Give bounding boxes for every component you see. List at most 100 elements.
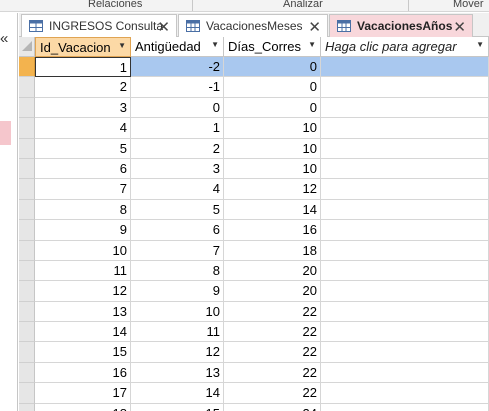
table-row[interactable]: 4 1 10 — [19, 118, 489, 139]
table-cell[interactable]: 14 — [224, 199, 321, 221]
record-selector[interactable] — [19, 240, 35, 261]
table-cell[interactable]: 4 — [131, 179, 224, 200]
table-row[interactable]: 10 7 18 — [19, 240, 489, 261]
table-cell[interactable]: 13 — [131, 362, 224, 384]
table-cell[interactable]: 5 — [131, 199, 224, 221]
column-header-antiguedad[interactable]: Antigüedad ▼ — [131, 37, 224, 57]
table-cell[interactable]: 10 — [35, 240, 131, 261]
table-row[interactable]: 13 10 22 — [19, 301, 489, 323]
chevron-down-icon[interactable]: ▼ — [118, 41, 126, 50]
table-row[interactable]: 17 14 22 — [19, 383, 489, 404]
table-cell[interactable]: 22 — [224, 342, 321, 363]
close-icon[interactable]: ✕ — [453, 18, 466, 36]
table-row[interactable]: 12 9 20 — [19, 281, 489, 302]
table-cell[interactable] — [321, 158, 489, 180]
chevron-down-icon[interactable]: ▼ — [476, 40, 484, 49]
record-selector[interactable] — [19, 281, 35, 302]
table-cell[interactable]: 12 — [224, 179, 321, 200]
table-cell[interactable]: 22 — [224, 383, 321, 404]
table-cell[interactable] — [321, 77, 489, 98]
table-cell[interactable]: 12 — [131, 342, 224, 363]
table-cell[interactable]: 17 — [35, 383, 131, 404]
table-row[interactable]: 1 -2 0 — [19, 57, 489, 78]
table-row[interactable]: 8 5 14 — [19, 199, 489, 221]
record-selector[interactable] — [19, 97, 35, 119]
table-cell[interactable]: 24 — [224, 403, 321, 411]
table-cell[interactable]: 10 — [224, 158, 321, 180]
table-cell[interactable]: 9 — [131, 281, 224, 302]
close-icon[interactable]: ✕ — [308, 18, 321, 36]
close-icon[interactable]: ✕ — [157, 18, 170, 36]
record-selector[interactable] — [19, 403, 35, 411]
record-selector[interactable] — [19, 158, 35, 180]
record-selector[interactable] — [19, 77, 35, 98]
table-row[interactable]: 181524 — [19, 403, 489, 411]
table-cell[interactable]: 18 — [35, 403, 131, 411]
table-cell[interactable]: 12 — [35, 281, 131, 302]
table-row[interactable]: 5 2 10 — [19, 138, 489, 159]
table-cell[interactable]: 18 — [224, 240, 321, 261]
table-cell[interactable]: 16 — [35, 362, 131, 384]
table-cell[interactable]: 4 — [35, 118, 131, 139]
table-cell[interactable] — [321, 118, 489, 139]
table-cell[interactable] — [321, 281, 489, 302]
table-cell[interactable] — [321, 138, 489, 159]
table-cell[interactable]: 0 — [224, 57, 321, 78]
table-cell[interactable] — [321, 199, 489, 221]
record-selector[interactable] — [19, 362, 35, 384]
select-all-corner[interactable] — [19, 37, 35, 57]
table-cell[interactable]: 5 — [35, 138, 131, 159]
table-row[interactable]: 9 6 16 — [19, 220, 489, 241]
table-cell[interactable]: 1 — [131, 118, 224, 139]
table-cell[interactable]: -1 — [131, 77, 224, 98]
table-cell[interactable]: 11 — [35, 260, 131, 282]
record-selector[interactable] — [19, 301, 35, 323]
table-cell[interactable]: 0 — [131, 97, 224, 119]
table-cell[interactable]: 0 — [224, 97, 321, 119]
table-cell[interactable]: 20 — [224, 260, 321, 282]
table-cell[interactable]: 2 — [35, 77, 131, 98]
table-cell[interactable] — [321, 179, 489, 200]
table-cell[interactable] — [321, 342, 489, 363]
table-cell[interactable]: -2 — [131, 57, 224, 78]
record-selector[interactable] — [19, 179, 35, 200]
table-cell[interactable]: 8 — [131, 260, 224, 282]
record-selector[interactable] — [19, 342, 35, 363]
table-cell[interactable]: 16 — [224, 220, 321, 241]
table-cell[interactable]: 13 — [35, 301, 131, 323]
table-cell[interactable]: 2 — [131, 138, 224, 159]
table-row[interactable]: 6 3 10 — [19, 158, 489, 180]
table-cell[interactable] — [321, 383, 489, 404]
table-row[interactable]: 14 11 22 — [19, 322, 489, 343]
table-cell[interactable]: 22 — [224, 362, 321, 384]
table-cell[interactable]: 7 — [35, 179, 131, 200]
table-row[interactable]: 16 13 22 — [19, 362, 489, 384]
record-selector[interactable] — [19, 260, 35, 282]
table-cell[interactable]: 14 — [35, 322, 131, 343]
column-header-id-vacacion[interactable]: Id_Vacacion ▼ — [35, 37, 131, 57]
table-cell[interactable]: 3 — [35, 97, 131, 119]
table-cell[interactable]: 0 — [224, 77, 321, 98]
table-cell[interactable]: 1 — [35, 57, 131, 78]
table-row[interactable]: 15 12 22 — [19, 342, 489, 363]
table-cell[interactable] — [321, 322, 489, 343]
table-cell[interactable] — [321, 403, 489, 411]
tab-vacaciones-anos[interactable]: VacacionesAños ✕ — [329, 14, 473, 37]
table-row[interactable]: 11 8 20 — [19, 260, 489, 282]
record-selector[interactable] — [19, 138, 35, 159]
table-cell[interactable]: 10 — [224, 138, 321, 159]
table-row[interactable]: 300 — [19, 97, 489, 119]
table-cell[interactable]: 15 — [35, 342, 131, 363]
table-cell[interactable]: 6 — [131, 220, 224, 241]
table-cell[interactable]: 6 — [35, 158, 131, 180]
record-selector[interactable] — [19, 220, 35, 241]
table-cell[interactable]: 7 — [131, 240, 224, 261]
table-cell[interactable] — [321, 240, 489, 261]
column-header-add-new[interactable]: Haga clic para agregar ▼ — [321, 37, 489, 57]
table-cell[interactable] — [321, 362, 489, 384]
table-cell[interactable]: 14 — [131, 383, 224, 404]
table-cell[interactable]: 10 — [224, 118, 321, 139]
table-cell[interactable] — [321, 57, 489, 78]
nav-selected-item[interactable] — [0, 121, 11, 145]
table-row[interactable]: 7 4 12 — [19, 179, 489, 200]
